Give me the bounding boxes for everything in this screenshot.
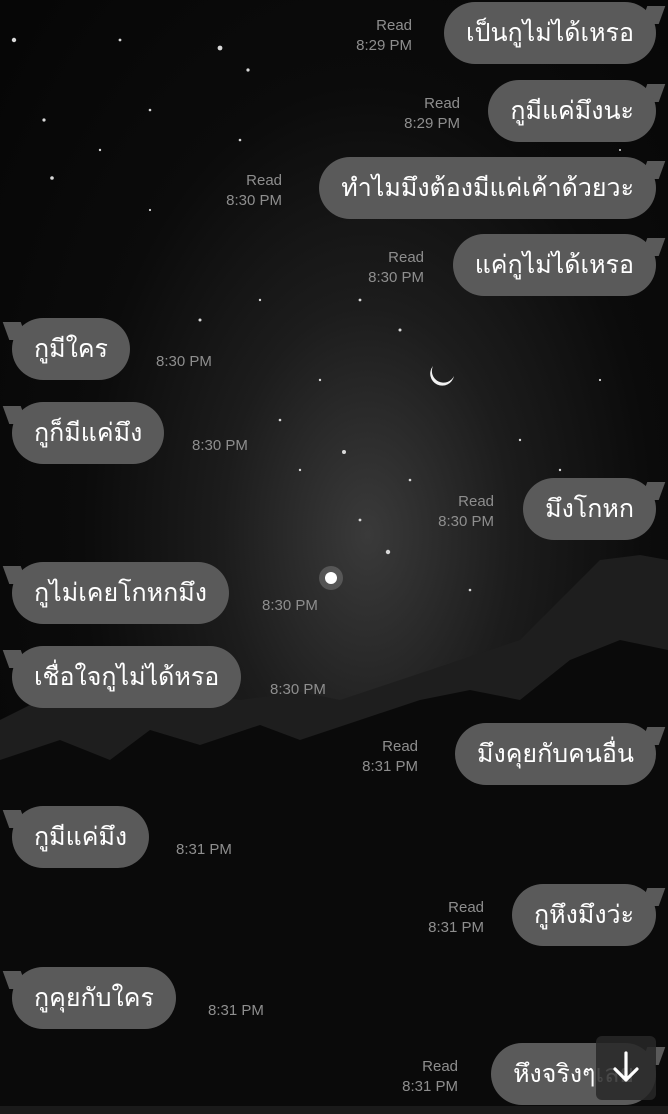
message-time: 8:31 PM — [208, 1002, 264, 1019]
read-status: Read — [388, 249, 424, 266]
message-row-outgoing: Read 8:30 PM ทำไมมึงต้องมีแค่เค้าด้วยวะ — [0, 157, 668, 221]
message-time: 8:31 PM — [428, 919, 484, 936]
message-bubble[interactable]: เป็นกูไม่ได้เหรอ — [444, 2, 656, 64]
message-bubble[interactable]: กูคุยกับใคร — [12, 967, 176, 1029]
message-meta: Read 8:30 PM — [226, 171, 282, 211]
message-time: 8:30 PM — [156, 353, 212, 370]
message-bubble[interactable]: กูไม่เคยโกหกมึง — [12, 562, 229, 624]
message-meta: Read 8:29 PM — [404, 94, 460, 134]
message-meta: 8:31 PM — [176, 840, 232, 860]
message-row-incoming: กูมีแค่มึง 8:31 PM — [0, 806, 668, 870]
message-bubble[interactable]: เชื่อใจกูไม่ได้หรอ — [12, 646, 242, 708]
message-time: 8:29 PM — [404, 115, 460, 132]
message-row-outgoing: Read 8:31 PM มึงคุยกับคนอื่น — [0, 723, 668, 787]
chat-screen: Read 8:29 PM เป็นกูไม่ได้เหรอ Read 8:29 … — [0, 0, 668, 1114]
scroll-to-bottom-button[interactable] — [596, 1036, 656, 1100]
message-row-incoming: เชื่อใจกูไม่ได้หรอ 8:30 PM — [0, 646, 668, 710]
message-row-outgoing: Read 8:30 PM มึงโกหก — [0, 478, 668, 542]
message-meta: 8:31 PM — [208, 1001, 264, 1021]
arrow-down-icon — [613, 1051, 639, 1082]
read-status: Read — [448, 899, 484, 916]
message-time: 8:30 PM — [226, 192, 282, 209]
message-row-outgoing: Read 8:31 PM กูหึงมึงว่ะ — [0, 884, 668, 948]
message-meta: Read 8:30 PM — [438, 492, 494, 532]
read-status: Read — [458, 493, 494, 510]
message-bubble[interactable]: มึงโกหก — [523, 478, 656, 540]
message-time: 8:30 PM — [368, 269, 424, 286]
message-row-incoming: กูมีใคร 8:30 PM — [0, 318, 668, 382]
message-time: 8:29 PM — [356, 37, 412, 54]
message-meta: Read 8:31 PM — [428, 898, 484, 938]
message-row-incoming: กูไม่เคยโกหกมึง 8:30 PM — [0, 562, 668, 626]
message-bubble[interactable]: กูก็มีแค่มึง — [12, 402, 165, 464]
read-status: Read — [422, 1058, 458, 1075]
message-time: 8:30 PM — [270, 681, 326, 698]
message-row-outgoing: Read 8:29 PM เป็นกูไม่ได้เหรอ — [0, 2, 668, 66]
message-row-outgoing: Read 8:30 PM แค่กูไม่ได้เหรอ — [0, 234, 668, 298]
message-bubble[interactable]: ทำไมมึงต้องมีแค่เค้าด้วยวะ — [319, 157, 656, 219]
message-meta: 8:30 PM — [192, 436, 248, 456]
message-meta: Read 8:30 PM — [368, 248, 424, 288]
message-bubble[interactable]: กูมีแค่มึงนะ — [488, 80, 656, 142]
message-row-outgoing: Read 8:29 PM กูมีแค่มึงนะ — [0, 80, 668, 144]
read-status: Read — [424, 95, 460, 112]
read-status: Read — [246, 172, 282, 189]
message-row-outgoing: Read 8:31 PM หึงจริงๆเลย — [0, 1043, 668, 1107]
message-row-incoming: กูคุยกับใคร 8:31 PM — [0, 967, 668, 1031]
message-row-incoming: กูก็มีแค่มึง 8:30 PM — [0, 402, 668, 466]
message-time: 8:31 PM — [176, 841, 232, 858]
message-meta: 8:30 PM — [156, 352, 212, 372]
message-time: 8:30 PM — [262, 597, 318, 614]
message-meta: Read 8:31 PM — [362, 737, 418, 777]
read-status: Read — [382, 738, 418, 755]
message-meta: Read 8:31 PM — [402, 1057, 458, 1097]
message-bubble[interactable]: มึงคุยกับคนอื่น — [455, 723, 656, 785]
message-meta: Read 8:29 PM — [356, 16, 412, 56]
message-bubble[interactable]: แค่กูไม่ได้เหรอ — [452, 234, 656, 296]
message-time: 8:30 PM — [192, 437, 248, 454]
message-bubble[interactable]: กูหึงมึงว่ะ — [512, 884, 656, 946]
message-bubble[interactable]: กูมีแค่มึง — [12, 806, 150, 868]
message-time: 8:30 PM — [438, 513, 494, 530]
message-meta: 8:30 PM — [270, 680, 326, 700]
message-time: 8:31 PM — [362, 758, 418, 775]
bottom-edge — [0, 1106, 668, 1114]
message-time: 8:31 PM — [402, 1078, 458, 1095]
message-meta: 8:30 PM — [262, 596, 318, 616]
read-status: Read — [376, 17, 412, 34]
message-bubble[interactable]: กูมีใคร — [12, 318, 130, 380]
